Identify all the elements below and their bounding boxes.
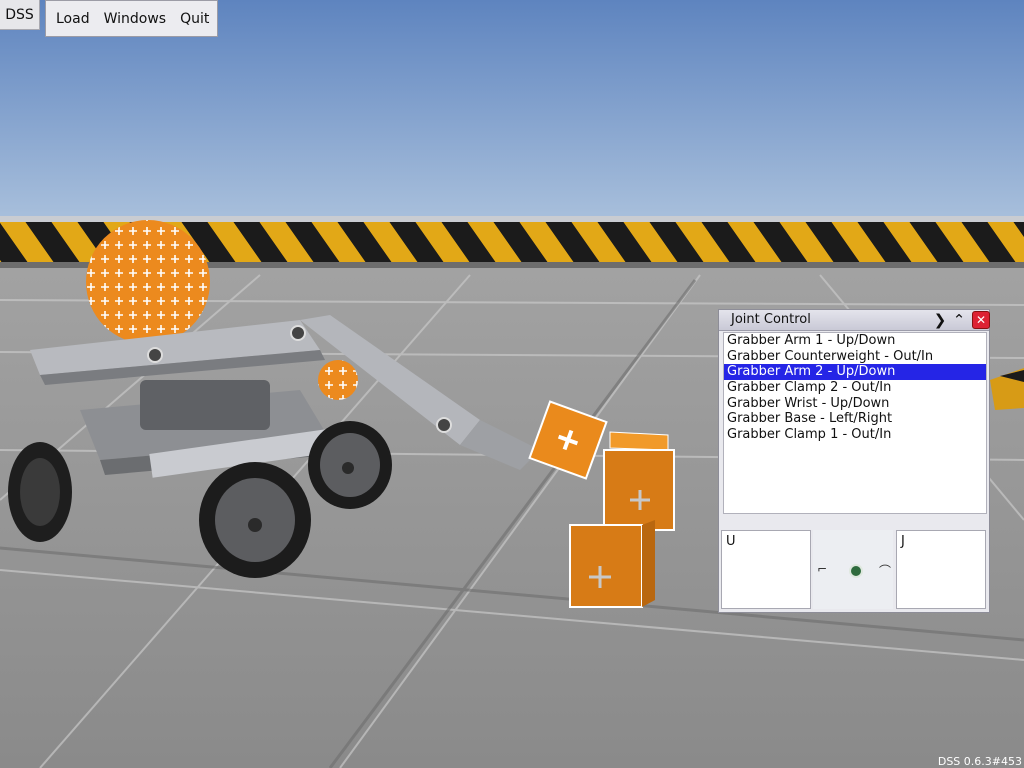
joint-slider[interactable]: ⌐ ⌒ [813,530,893,609]
chevron-up-icon[interactable]: ⌃ [950,311,968,329]
slider-right-end: ⌒ [879,564,892,578]
joint-item[interactable]: Grabber Base - Left/Right [724,411,986,427]
window-title: Joint Control [731,312,811,327]
joint-list[interactable]: Grabber Arm 1 - Up/Down Grabber Counterw… [723,332,987,514]
close-icon[interactable]: ✕ [972,311,990,329]
window-titlebar[interactable]: Joint Control ❯ ⌃ ✕ [719,310,990,331]
key-label-u: U [726,534,736,549]
joint-item[interactable]: Grabber Arm 1 - Up/Down [724,333,986,349]
joint-control-window: Joint Control ❯ ⌃ ✕ Grabber Arm 1 - Up/D… [718,309,990,613]
orange-ball [86,220,210,344]
menu-load[interactable]: Load [56,11,90,27]
slider-knob[interactable] [849,564,863,578]
dss-button[interactable]: DSS [0,0,40,30]
control-key-u[interactable]: U [721,530,811,609]
key-label-j: J [901,534,905,549]
menu-windows[interactable]: Windows [104,11,167,27]
joint-item[interactable]: Grabber Wrist - Up/Down [724,396,986,412]
joint-item-selected[interactable]: Grabber Arm 2 - Up/Down [724,364,986,381]
menu-bar: Load Windows Quit [45,0,218,37]
slider-left-end: ⌐ [817,562,828,576]
control-key-j[interactable]: J [896,530,986,609]
version-label: DSS 0.6.3#453 [937,755,1022,768]
joint-item[interactable]: Grabber Counterweight - Out/In [724,349,986,365]
menu-quit[interactable]: Quit [180,11,209,27]
joint-item[interactable]: Grabber Clamp 1 - Out/In [724,427,986,443]
chevron-right-icon[interactable]: ❯ [931,311,949,329]
orange-ball-small [318,360,358,400]
joint-item[interactable]: Grabber Clamp 2 - Out/In [724,380,986,396]
joint-controller: U ⌐ ⌒ J [721,530,987,610]
